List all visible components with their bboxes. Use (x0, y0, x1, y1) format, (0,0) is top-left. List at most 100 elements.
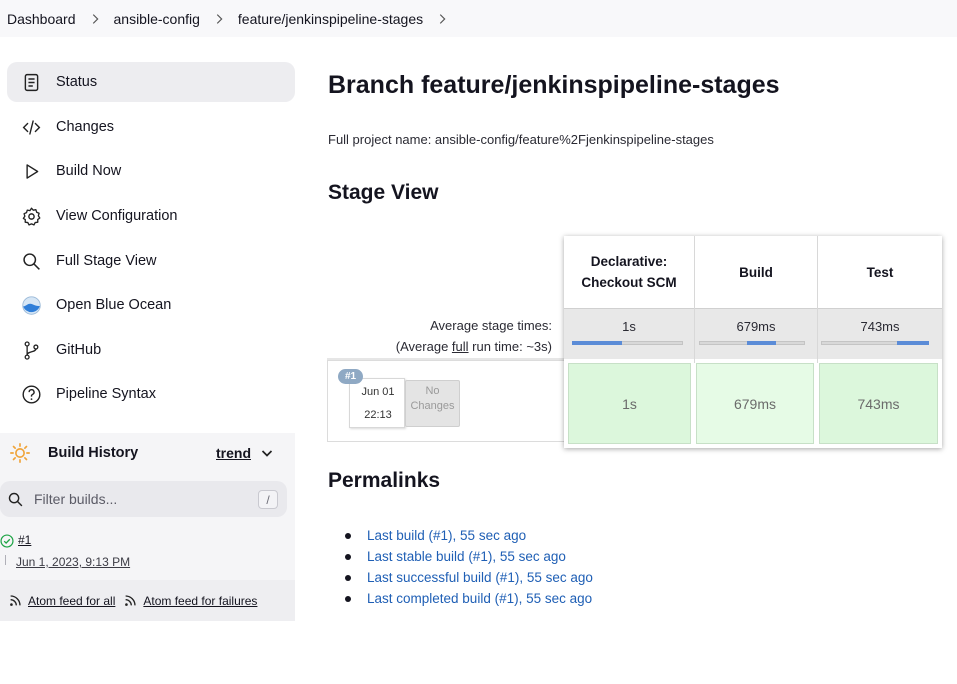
permalink-item: Last build (#1), 55 sec ago (345, 525, 593, 546)
stage-cell-success[interactable]: 679ms (696, 363, 814, 444)
play-icon (20, 160, 42, 182)
stage-cell-success[interactable]: 743ms (819, 363, 938, 444)
stage-name: Test (866, 264, 894, 280)
gear-icon (20, 205, 42, 227)
keyboard-shortcut-hint: / (258, 490, 278, 509)
blue-ocean-icon (20, 294, 42, 316)
stage-name-line2: Checkout SCM (581, 275, 677, 290)
permalink-last-successful[interactable]: Last successful build (#1), 55 sec ago (367, 570, 593, 585)
stage-cell-time: 743ms (857, 395, 900, 412)
atom-feeds: Atom feed for all Atom feed for failures (0, 580, 295, 621)
stage-column: Test 743ms 743ms (818, 236, 942, 448)
filter-builds-input[interactable] (34, 491, 244, 507)
stage-cell-time: 679ms (733, 395, 777, 412)
permalink-item: Last successful build (#1), 55 sec ago (345, 567, 593, 588)
average-run-suffix: run time: ~3s) (468, 339, 552, 354)
no-changes-box: No Changes (405, 380, 460, 427)
stage-cell-time: 1s (622, 395, 637, 412)
atom-feed-failures-label: Atom feed for failures (143, 593, 258, 608)
stage-header: Build (695, 236, 817, 308)
sidebar-item-open-blue-ocean[interactable]: Open Blue Ocean (7, 285, 295, 325)
git-branch-icon (20, 339, 42, 361)
atom-feed-all-label: Atom feed for all (28, 593, 116, 608)
build-history-title: Build History (48, 445, 139, 461)
build-date-link[interactable]: Jun 1, 2023, 9:13 PM (16, 555, 130, 569)
trend-link[interactable]: trend (216, 445, 251, 461)
breadcrumb-dashboard[interactable]: Dashboard (7, 11, 76, 27)
rss-icon (10, 595, 21, 606)
bullet (345, 553, 351, 560)
average-full-link[interactable]: full (452, 339, 469, 354)
permalinks-title: Permalinks (328, 469, 441, 492)
chevron-right-icon[interactable] (212, 12, 226, 26)
permalink-last-completed[interactable]: Last completed build (#1), 55 sec ago (367, 591, 592, 606)
success-check-icon (0, 534, 14, 548)
sidebar-item-pipeline-syntax[interactable]: Pipeline Syntax (7, 374, 295, 414)
chevron-right-icon[interactable] (88, 12, 102, 26)
run-badge[interactable]: #1 (338, 369, 364, 384)
average-run-time-label: (Average full run time: ~3s) (327, 339, 552, 354)
stage-average-value: 1s (622, 319, 636, 334)
sidebar-item-build-now[interactable]: Build Now (7, 151, 295, 191)
sidebar-item-label: Full Stage View (56, 253, 157, 269)
sidebar-item-full-stage-view[interactable]: Full Stage View (7, 241, 295, 281)
document-icon (20, 71, 42, 93)
build-row[interactable]: #1 Jun 1, 2023, 9:13 PM (0, 525, 295, 579)
stage-header: Test (818, 236, 942, 308)
help-icon (20, 383, 42, 405)
permalink-last-stable[interactable]: Last stable build (#1), 55 sec ago (367, 549, 566, 564)
permalink-item: Last completed build (#1), 55 sec ago (345, 588, 593, 609)
sidebar-item-changes[interactable]: Changes (7, 107, 295, 147)
sidebar-item-label: Build Now (56, 163, 122, 179)
permalink-last-build[interactable]: Last build (#1), 55 sec ago (367, 528, 526, 543)
stage-name-line1: Declarative: (590, 254, 668, 269)
average-run-prefix: (Average (395, 339, 452, 354)
stage-average: 743ms (818, 308, 942, 359)
sidebar-item-label: GitHub (56, 342, 102, 358)
sidebar-item-label: Pipeline Syntax (56, 386, 156, 402)
search-icon (7, 491, 24, 508)
sidebar-item-label: Status (56, 74, 98, 90)
stage-name: Build (739, 264, 773, 280)
run-date-card[interactable]: Jun 01 22:13 (349, 378, 405, 428)
sidebar-item-label: View Configuration (56, 208, 178, 224)
sun-icon (9, 442, 31, 464)
permalink-item: Last stable build (#1), 55 sec ago (345, 546, 593, 567)
sidebar-item-github[interactable]: GitHub (7, 330, 295, 370)
stage-progress-fill (896, 341, 929, 345)
full-project-name: Full project name: ansible-config/featur… (328, 132, 714, 147)
build-divider (5, 555, 6, 565)
build-history-panel: Build History trend / #1 Jun 1, 2023, 9:… (0, 433, 295, 621)
stage-average: 679ms (695, 308, 817, 359)
no-changes-label: No Changes (410, 385, 455, 412)
breadcrumb-project[interactable]: ansible-config (114, 11, 200, 27)
build-history-header: Build History trend (0, 433, 295, 473)
run-date: Jun 01 (361, 386, 395, 398)
sidebar-item-label: Changes (56, 119, 115, 135)
permalinks-list: Last build (#1), 55 sec ago Last stable … (345, 525, 593, 609)
atom-feed-all-link[interactable]: Atom feed for all (9, 594, 115, 608)
stage-progress-fill (572, 341, 622, 345)
stage-header: Declarative: Checkout SCM (564, 236, 694, 308)
stage-average: 1s (564, 308, 694, 359)
bullet (345, 595, 351, 602)
stage-column: Build 679ms 679ms (695, 236, 817, 448)
stage-average-value: 743ms (860, 319, 900, 334)
breadcrumb-branch[interactable]: feature/jenkinspipeline-stages (238, 11, 423, 27)
build-number-link[interactable]: #1 (18, 533, 31, 547)
sidebar-item-label: Open Blue Ocean (56, 297, 172, 313)
stage-cell-success[interactable]: 1s (568, 363, 691, 444)
stage-column: Declarative: Checkout SCM 1s 1s (564, 236, 694, 448)
search-icon (20, 250, 42, 272)
sidebar-item-status[interactable]: Status (7, 62, 295, 102)
breadcrumb: Dashboard ansible-config feature/jenkins… (0, 0, 957, 37)
page-title: Branch feature/jenkinspipeline-stages (328, 71, 780, 99)
chevron-down-icon[interactable] (259, 445, 275, 461)
stage-progress-fill (746, 341, 777, 345)
sidebar-item-view-configuration[interactable]: View Configuration (7, 196, 295, 236)
filter-builds: / (0, 481, 287, 517)
atom-feed-failures-link[interactable]: Atom feed for failures (124, 594, 257, 608)
chevron-right-icon[interactable] (435, 12, 449, 26)
stage-average-value: 679ms (736, 319, 776, 334)
bullet (345, 532, 351, 539)
